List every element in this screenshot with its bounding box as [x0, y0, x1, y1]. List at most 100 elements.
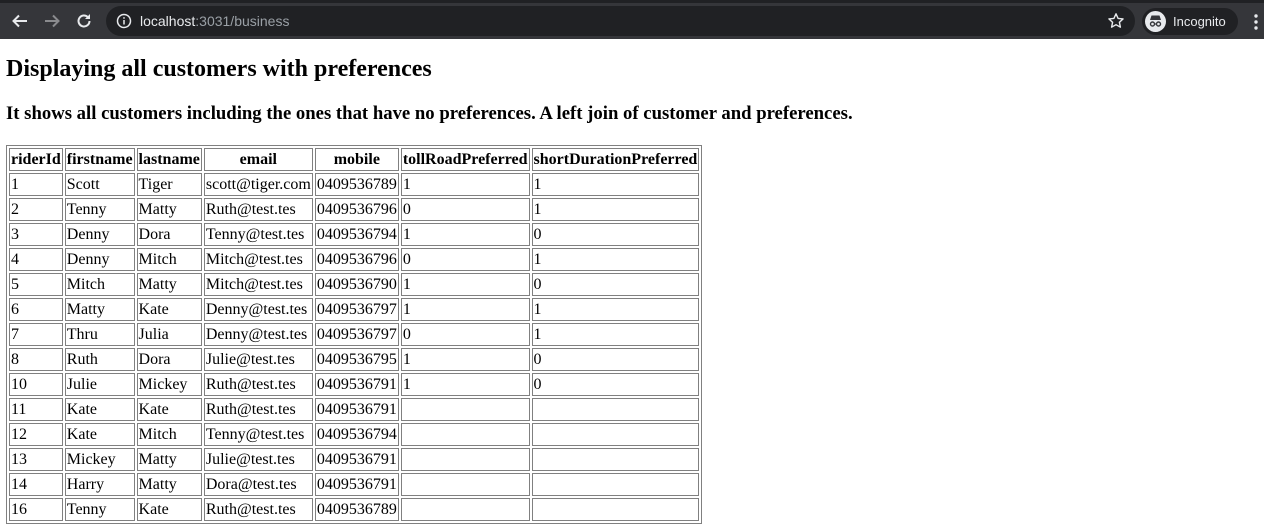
- table-cell-lastname: Dora: [136, 348, 202, 371]
- table-cell-tollroadpreferred: 1: [400, 223, 530, 246]
- column-header-tollroadpreferred: tollRoadPreferred: [400, 148, 530, 171]
- table-row: 14 Harry Matty Dora@test.tes 0409536791: [9, 473, 700, 496]
- table-cell-riderid: 16: [9, 498, 63, 521]
- table-cell-lastname: Matty: [136, 448, 202, 471]
- address-bar[interactable]: localhost:3031/business: [106, 6, 1135, 36]
- table-cell-shortdurationpreferred: 0: [531, 223, 700, 246]
- table-row: 8 Ruth Dora Julie@test.tes 0409536795 1 0: [9, 348, 700, 371]
- url-text[interactable]: localhost:3031/business: [140, 13, 289, 29]
- column-header-lastname: lastname: [136, 148, 202, 171]
- table-cell-riderid: 3: [9, 223, 63, 246]
- table-cell-lastname: Tiger: [136, 173, 202, 196]
- reload-button[interactable]: [72, 9, 96, 33]
- table-cell-email: scott@tiger.com: [203, 173, 313, 196]
- incognito-icon: [1145, 11, 1166, 32]
- table-cell-lastname: Kate: [136, 398, 202, 421]
- table-cell-mobile: 0409536797: [314, 298, 399, 321]
- table-cell-riderid: 12: [9, 423, 63, 446]
- table-cell-firstname: Matty: [64, 298, 135, 321]
- table-cell-mobile: 0409536791: [314, 448, 399, 471]
- back-button[interactable]: [8, 9, 32, 33]
- table-cell-email: Julie@test.tes: [203, 448, 313, 471]
- table-cell-firstname: Tenny: [64, 198, 135, 221]
- column-header-mobile: mobile: [314, 148, 399, 171]
- table-header-row: riderId firstname lastname email mobile tollR…: [9, 148, 700, 171]
- table-cell-riderid: 7: [9, 323, 63, 346]
- table-cell-mobile: 0409536795: [314, 348, 399, 371]
- table-cell-tollroadpreferred: [400, 423, 530, 446]
- table-cell-firstname: Denny: [64, 223, 135, 246]
- table-cell-shortdurationpreferred: 1: [531, 248, 700, 271]
- incognito-indicator[interactable]: Incognito: [1142, 8, 1238, 35]
- table-cell-email: Denny@test.tes: [203, 298, 313, 321]
- table-cell-shortdurationpreferred: [531, 448, 700, 471]
- table-row: 4 Denny Mitch Mitch@test.tes 0409536796 0 1: [9, 248, 700, 271]
- bookmark-star-icon[interactable]: [1107, 12, 1125, 30]
- forward-button[interactable]: [40, 9, 64, 33]
- table-cell-firstname: Scott: [64, 173, 135, 196]
- table-row: 12 Kate Mitch Tenny@test.tes 0409536794: [9, 423, 700, 446]
- table-cell-lastname: Matty: [136, 473, 202, 496]
- arrow-left-icon: [12, 14, 27, 28]
- table-cell-email: Ruth@test.tes: [203, 498, 313, 521]
- table-cell-riderid: 4: [9, 248, 63, 271]
- table-cell-mobile: 0409536797: [314, 323, 399, 346]
- table-cell-mobile: 0409536789: [314, 173, 399, 196]
- table-cell-email: Mitch@test.tes: [203, 273, 313, 296]
- more-vert-icon[interactable]: [1249, 12, 1263, 32]
- table-cell-riderid: 10: [9, 373, 63, 396]
- table-cell-firstname: Ruth: [64, 348, 135, 371]
- table-cell-shortdurationpreferred: [531, 473, 700, 496]
- table-cell-email: Dora@test.tes: [203, 473, 313, 496]
- table-cell-tollroadpreferred: 1: [400, 373, 530, 396]
- table-row: 16 Tenny Kate Ruth@test.tes 0409536789: [9, 498, 700, 521]
- browser-toolbar: localhost:3031/business Incognito: [0, 0, 1264, 39]
- table-cell-riderid: 11: [9, 398, 63, 421]
- column-header-shortdurationpreferred: shortDurationPreferred: [531, 148, 700, 171]
- url-host: localhost: [140, 13, 196, 29]
- table-row: 1 Scott Tiger scott@tiger.com 0409536789 1 1: [9, 173, 700, 196]
- table-cell-email: Julie@test.tes: [203, 348, 313, 371]
- table-cell-mobile: 0409536794: [314, 423, 399, 446]
- table-cell-email: Ruth@test.tes: [203, 198, 313, 221]
- column-header-email: email: [203, 148, 313, 171]
- page-subtitle: It shows all customers including the one…: [6, 103, 853, 124]
- table-cell-firstname: Thru: [64, 323, 135, 346]
- table-cell-shortdurationpreferred: 1: [531, 173, 700, 196]
- page-title: Displaying all customers with preference…: [6, 56, 432, 82]
- table-cell-tollroadpreferred: [400, 498, 530, 521]
- table-cell-lastname: Kate: [136, 298, 202, 321]
- table-cell-lastname: Dora: [136, 223, 202, 246]
- table-row: 11 Kate Kate Ruth@test.tes 0409536791: [9, 398, 700, 421]
- info-icon[interactable]: [116, 13, 132, 29]
- table-cell-lastname: Matty: [136, 273, 202, 296]
- table-cell-email: Tenny@test.tes: [203, 223, 313, 246]
- table-cell-tollroadpreferred: 0: [400, 248, 530, 271]
- table-cell-email: Mitch@test.tes: [203, 248, 313, 271]
- table-cell-riderid: 14: [9, 473, 63, 496]
- reload-icon: [77, 14, 91, 28]
- column-header-riderid: riderId: [9, 148, 63, 171]
- table-cell-tollroadpreferred: 1: [400, 173, 530, 196]
- table-row: 7 Thru Julia Denny@test.tes 0409536797 0 1: [9, 323, 700, 346]
- table-row: 6 Matty Kate Denny@test.tes 0409536797 1 1: [9, 298, 700, 321]
- table-cell-shortdurationpreferred: [531, 498, 700, 521]
- column-header-firstname: firstname: [64, 148, 135, 171]
- table-cell-mobile: 0409536791: [314, 473, 399, 496]
- table-cell-firstname: Harry: [64, 473, 135, 496]
- table-cell-shortdurationpreferred: [531, 423, 700, 446]
- table-cell-lastname: Mickey: [136, 373, 202, 396]
- table-cell-shortdurationpreferred: 1: [531, 198, 700, 221]
- table-row: 3 Denny Dora Tenny@test.tes 0409536794 1 0: [9, 223, 700, 246]
- table-row: 10 Julie Mickey Ruth@test.tes 0409536791 1 0: [9, 373, 700, 396]
- table-cell-email: Ruth@test.tes: [203, 373, 313, 396]
- table-cell-tollroadpreferred: 1: [400, 273, 530, 296]
- table-cell-mobile: 0409536790: [314, 273, 399, 296]
- table-cell-shortdurationpreferred: 1: [531, 323, 700, 346]
- table-cell-tollroadpreferred: 1: [400, 348, 530, 371]
- table-cell-lastname: Mitch: [136, 423, 202, 446]
- table-cell-tollroadpreferred: 0: [400, 323, 530, 346]
- customers-table: riderId firstname lastname email mobile tollR…: [6, 145, 703, 524]
- table-cell-shortdurationpreferred: 1: [531, 298, 700, 321]
- table-cell-firstname: Kate: [64, 423, 135, 446]
